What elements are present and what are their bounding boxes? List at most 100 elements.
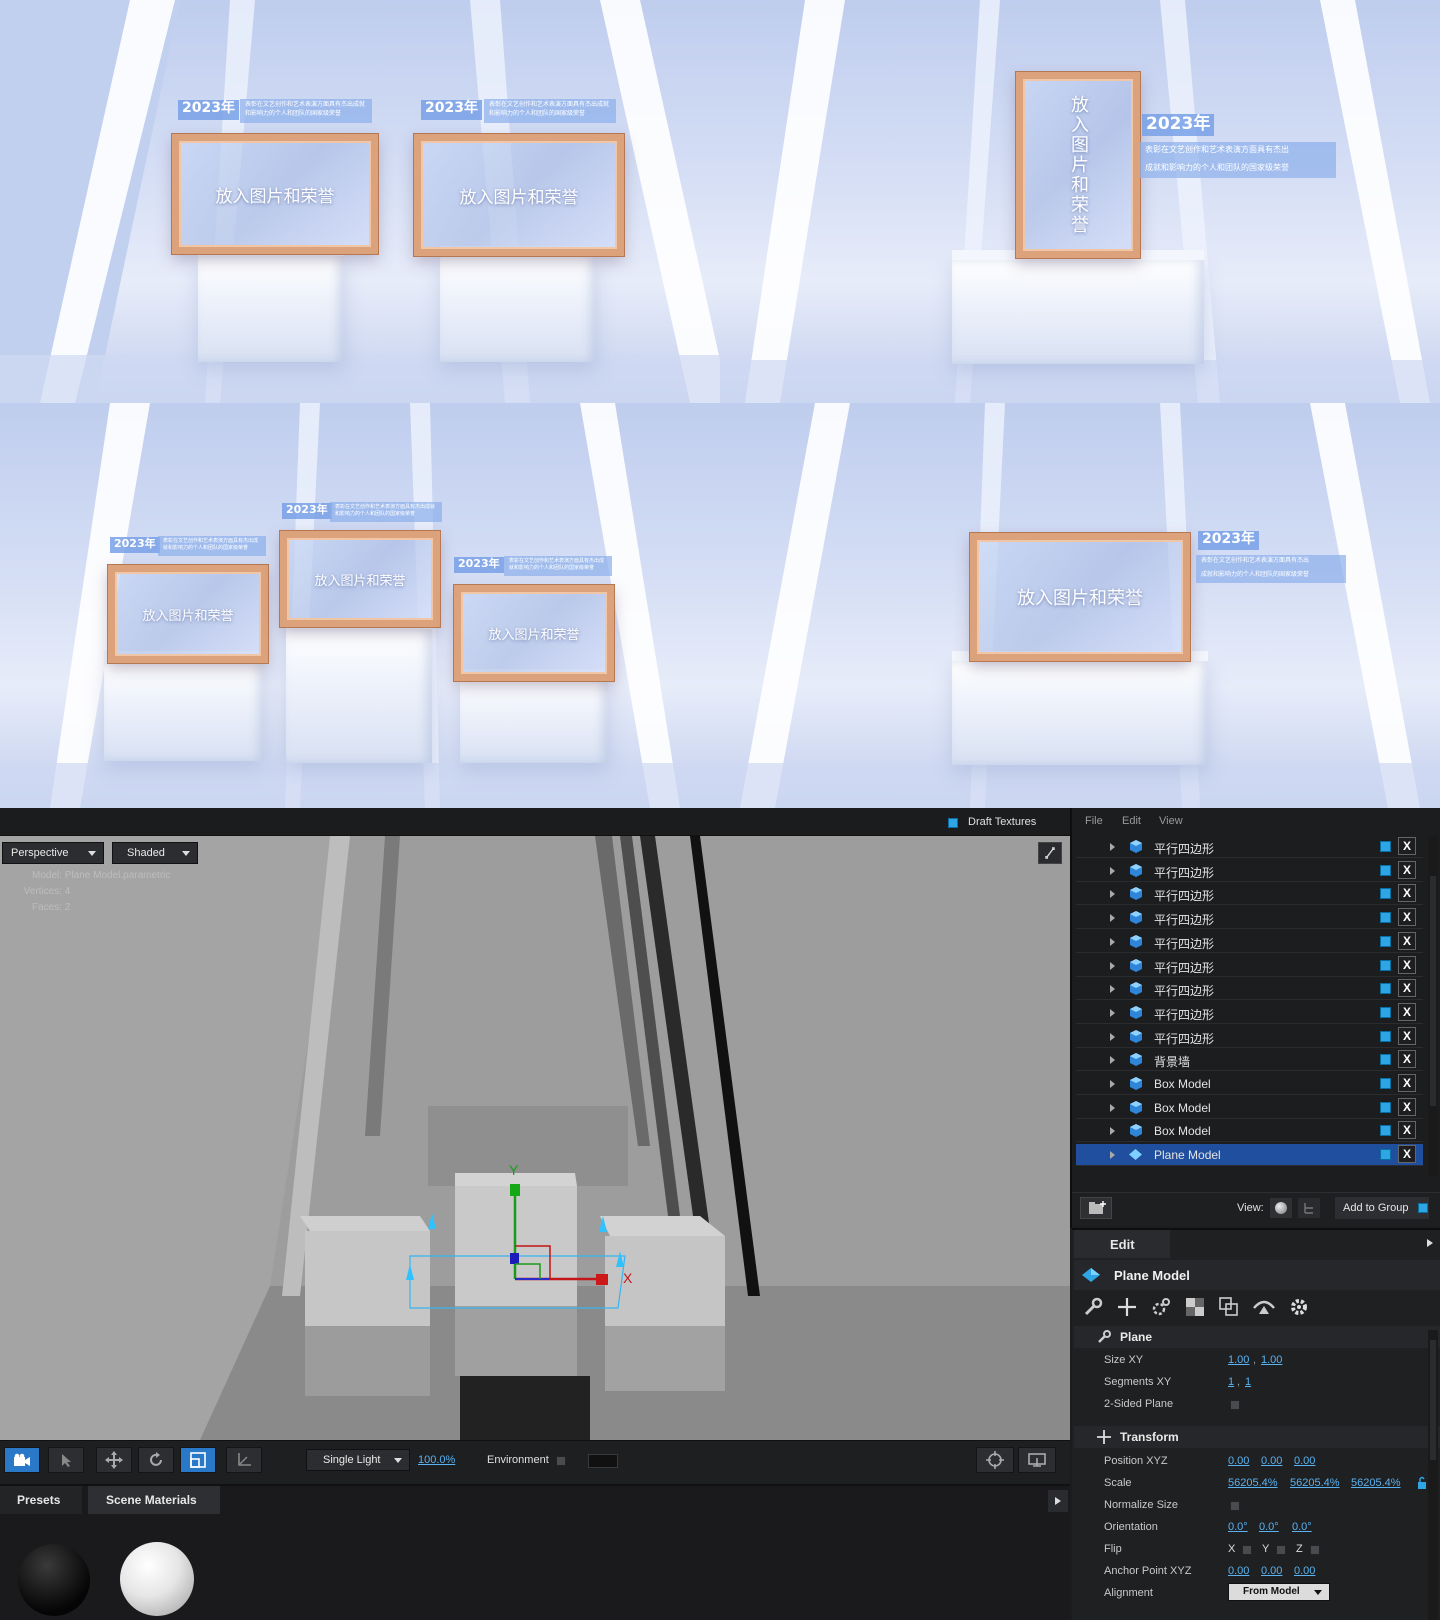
gears-icon[interactable] bbox=[1150, 1296, 1172, 1318]
size-y-value[interactable]: 1.00 bbox=[1261, 1354, 1282, 1366]
draft-textures-checkbox[interactable] bbox=[948, 818, 958, 828]
scrollbar-thumb[interactable] bbox=[1430, 876, 1436, 1106]
flip-z-checkbox[interactable] bbox=[1310, 1545, 1320, 1555]
edit-scrollbar[interactable] bbox=[1428, 1330, 1438, 1620]
delete-button[interactable]: X bbox=[1398, 955, 1416, 974]
visibility-checkbox[interactable] bbox=[1380, 1054, 1391, 1066]
alignment-dropdown[interactable]: From Model bbox=[1228, 1583, 1330, 1601]
scene-item[interactable]: 平行四边形 X bbox=[1076, 836, 1423, 858]
expand-arrow-icon[interactable] bbox=[1110, 961, 1115, 970]
size-x-value[interactable]: 1.00 bbox=[1228, 1354, 1249, 1366]
visibility-checkbox[interactable] bbox=[1380, 983, 1391, 995]
orientation-x-value[interactable]: 0.0° bbox=[1228, 1521, 1248, 1533]
scene-item[interactable]: Box Model X bbox=[1076, 1097, 1423, 1119]
segments-y-value[interactable]: 1 bbox=[1245, 1376, 1251, 1388]
scene-item[interactable]: 平行四边形 X bbox=[1076, 1002, 1423, 1024]
expand-arrow-icon[interactable] bbox=[1110, 1103, 1115, 1112]
visibility-checkbox[interactable] bbox=[1380, 1125, 1391, 1137]
expand-arrow-icon[interactable] bbox=[1110, 1127, 1115, 1136]
environment-checkbox[interactable] bbox=[556, 1456, 566, 1466]
visibility-checkbox[interactable] bbox=[1380, 864, 1391, 876]
scene-item[interactable]: 平行四边形 X bbox=[1076, 907, 1423, 930]
scene-scrollbar[interactable] bbox=[1428, 836, 1438, 1176]
visibility-checkbox[interactable] bbox=[1380, 1101, 1391, 1113]
light-percent[interactable]: 100.0% bbox=[418, 1454, 455, 1466]
visibility-checkbox[interactable] bbox=[1380, 841, 1391, 852]
two-sided-checkbox[interactable] bbox=[1230, 1400, 1240, 1410]
anchor-x-value[interactable]: 0.00 bbox=[1228, 1565, 1249, 1577]
anchor-tool-button[interactable] bbox=[226, 1447, 262, 1473]
scale-tool-button[interactable] bbox=[180, 1447, 216, 1473]
visibility-checkbox[interactable] bbox=[1380, 1030, 1391, 1042]
maximize-viewport-icon[interactable] bbox=[1038, 842, 1062, 864]
screen-view-button[interactable] bbox=[1018, 1447, 1056, 1473]
visibility-checkbox[interactable] bbox=[1380, 888, 1391, 900]
position-x-value[interactable]: 0.00 bbox=[1228, 1455, 1249, 1467]
deformer-icon[interactable] bbox=[1252, 1296, 1276, 1318]
orientation-z-value[interactable]: 0.0° bbox=[1292, 1521, 1312, 1533]
wrench-icon[interactable] bbox=[1082, 1296, 1104, 1318]
position-z-value[interactable]: 0.00 bbox=[1294, 1455, 1315, 1467]
expand-arrow-icon[interactable] bbox=[1110, 890, 1115, 899]
delete-button[interactable]: X bbox=[1398, 1050, 1416, 1069]
delete-button[interactable]: X bbox=[1398, 979, 1416, 998]
segments-x-value[interactable]: 1 bbox=[1228, 1376, 1234, 1388]
scene-item[interactable]: 平行四边形 X bbox=[1076, 978, 1423, 1001]
material-swatch-black[interactable] bbox=[18, 1544, 90, 1616]
expand-arrow-icon[interactable] bbox=[1110, 937, 1115, 946]
visibility-checkbox[interactable] bbox=[1380, 1078, 1391, 1089]
flip-y-checkbox[interactable] bbox=[1276, 1545, 1286, 1555]
delete-button[interactable]: X bbox=[1398, 837, 1416, 855]
expand-arrow-icon[interactable] bbox=[1110, 1080, 1115, 1088]
add-to-group-checkbox[interactable] bbox=[1418, 1203, 1428, 1213]
menu-file[interactable]: File bbox=[1085, 815, 1103, 827]
rotate-tool-button[interactable] bbox=[138, 1447, 174, 1473]
scale-y-value[interactable]: 56205.4% bbox=[1290, 1477, 1340, 1489]
delete-button[interactable]: X bbox=[1398, 1145, 1416, 1164]
delete-button[interactable]: X bbox=[1398, 1026, 1416, 1045]
move-tool-button[interactable] bbox=[96, 1447, 132, 1473]
scale-x-value[interactable]: 56205.4% bbox=[1228, 1477, 1278, 1489]
scene-item[interactable]: 平行四边形 X bbox=[1076, 860, 1423, 882]
environment-swatch[interactable] bbox=[588, 1454, 618, 1468]
menu-view[interactable]: View bbox=[1159, 815, 1183, 827]
expand-arrow-icon[interactable] bbox=[1110, 1008, 1115, 1017]
select-tool-button[interactable] bbox=[48, 1447, 84, 1473]
expand-arrow-icon[interactable] bbox=[1110, 1151, 1115, 1160]
flip-x-checkbox[interactable] bbox=[1242, 1545, 1252, 1555]
hierarchy-view-button[interactable] bbox=[1298, 1198, 1320, 1218]
tab-scene-materials[interactable]: Scene Materials bbox=[88, 1486, 220, 1514]
scene-item[interactable]: 平行四边形 X bbox=[1076, 955, 1423, 977]
delete-button[interactable]: X bbox=[1398, 908, 1416, 927]
visibility-checkbox[interactable] bbox=[1380, 1006, 1391, 1018]
scene-item[interactable]: 平行四边形 X bbox=[1076, 931, 1423, 953]
scene-item[interactable]: 平行四边形 X bbox=[1076, 1026, 1423, 1048]
view-mode-dropdown[interactable]: Perspective bbox=[2, 842, 104, 864]
scene-item[interactable]: Plane Model X bbox=[1076, 1144, 1423, 1167]
move-icon[interactable] bbox=[1116, 1296, 1138, 1318]
expand-arrow-icon[interactable] bbox=[1110, 914, 1115, 923]
scene-item[interactable]: Box Model X bbox=[1076, 1073, 1423, 1095]
gear-icon[interactable] bbox=[1288, 1296, 1310, 1318]
delete-button[interactable]: X bbox=[1398, 884, 1416, 903]
expand-arrow-icon[interactable] bbox=[1110, 866, 1115, 875]
new-folder-button[interactable] bbox=[1080, 1197, 1112, 1219]
expand-arrow-icon[interactable] bbox=[1110, 843, 1115, 851]
center-view-button[interactable] bbox=[976, 1447, 1014, 1473]
visibility-checkbox[interactable] bbox=[1380, 959, 1391, 971]
scene-item[interactable]: Box Model X bbox=[1076, 1120, 1423, 1143]
position-y-value[interactable]: 0.00 bbox=[1261, 1455, 1282, 1467]
expand-arrow-icon[interactable] bbox=[1110, 1056, 1115, 1065]
shading-dropdown[interactable]: Shaded bbox=[112, 842, 198, 864]
visibility-checkbox[interactable] bbox=[1380, 935, 1391, 947]
delete-button[interactable]: X bbox=[1398, 1097, 1416, 1116]
delete-button[interactable]: X bbox=[1398, 931, 1416, 950]
tab-presets[interactable]: Presets bbox=[0, 1486, 82, 1514]
material-icon[interactable] bbox=[1184, 1296, 1206, 1318]
delete-button[interactable]: X bbox=[1398, 860, 1416, 879]
scene-item[interactable]: 背景墙 X bbox=[1076, 1049, 1423, 1072]
sphere-view-button[interactable] bbox=[1270, 1198, 1292, 1218]
normalize-size-checkbox[interactable] bbox=[1230, 1501, 1240, 1511]
anchor-y-value[interactable]: 0.00 bbox=[1261, 1565, 1282, 1577]
add-to-group-button[interactable]: Add to Group bbox=[1335, 1197, 1429, 1219]
